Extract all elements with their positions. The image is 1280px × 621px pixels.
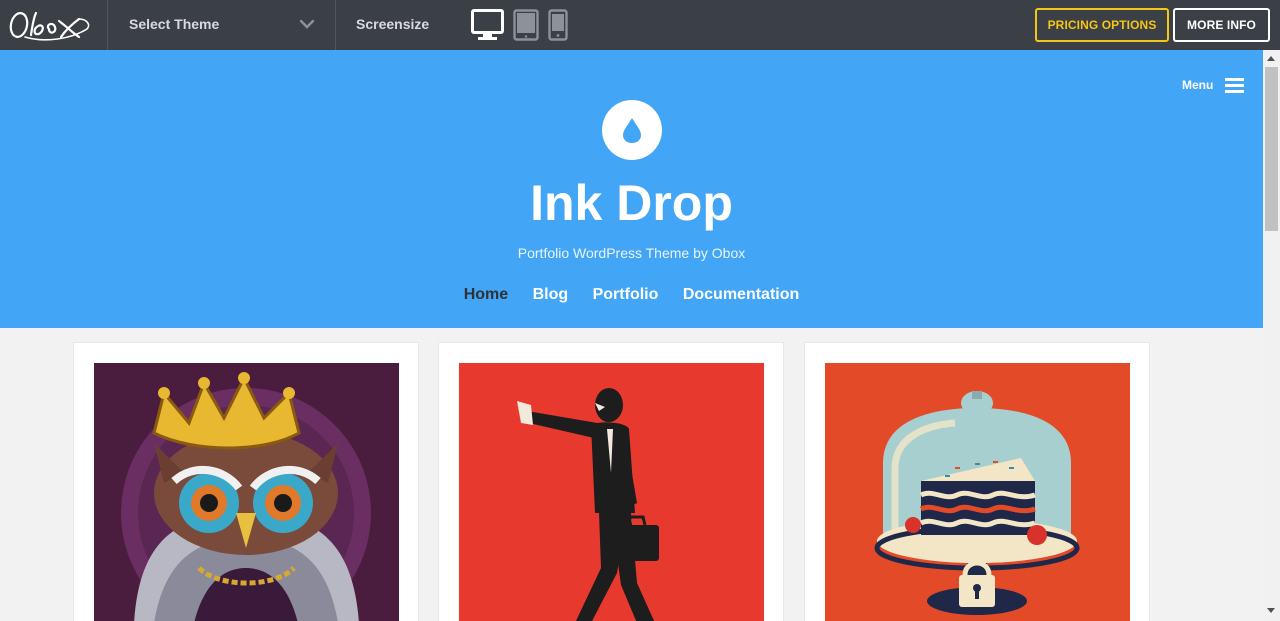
site-title[interactable]: Ink Drop <box>0 174 1263 232</box>
hamburger-icon <box>1225 78 1244 93</box>
tablet-icon <box>513 9 539 41</box>
desktop-view-button[interactable] <box>471 9 504 47</box>
cake-under-glass-image[interactable] <box>825 363 1130 621</box>
primary-nav: Home Blog Portfolio Documentation <box>0 286 1263 304</box>
site-logo[interactable] <box>602 100 662 160</box>
site-tagline: Portfolio WordPress Theme by Obox <box>517 245 746 261</box>
businessman-walking-image[interactable] <box>459 363 764 621</box>
nav-item-documentation[interactable]: Documentation <box>683 286 799 304</box>
theme-select-label: Select Theme <box>129 16 220 32</box>
site-header: Menu Ink Drop Portfolio WordPress Theme … <box>0 50 1263 328</box>
theme-select-dropdown[interactable]: Select Theme <box>109 0 336 50</box>
ink-drop-icon <box>623 118 641 143</box>
portfolio-card <box>804 342 1150 621</box>
chevron-down-icon <box>299 19 315 29</box>
pricing-options-button[interactable]: PRICING OPTIONS <box>1035 8 1169 42</box>
desktop-icon <box>471 9 504 40</box>
menu-label: Menu <box>1182 78 1214 92</box>
obox-logo[interactable] <box>0 0 108 50</box>
portfolio-card <box>73 342 419 621</box>
scrollbar-thumb[interactable] <box>1265 67 1278 231</box>
nav-item-portfolio[interactable]: Portfolio <box>593 286 659 304</box>
owl-king-image[interactable] <box>94 363 399 621</box>
obox-logo-icon <box>9 11 90 41</box>
scroll-up-arrow-icon[interactable] <box>1267 56 1275 61</box>
scroll-down-arrow-icon[interactable] <box>1267 608 1275 613</box>
theme-preview-frame: Menu Ink Drop Portfolio WordPress Theme … <box>0 50 1263 621</box>
more-info-button[interactable]: MORE INFO <box>1173 8 1270 42</box>
portfolio-card <box>438 342 784 621</box>
tablet-view-button[interactable] <box>513 9 539 46</box>
vertical-scrollbar[interactable] <box>1263 50 1280 621</box>
screensize-label: Screensize <box>356 16 430 32</box>
demo-toolbar: Select Theme Screensize PRICING OPTIONS … <box>0 0 1280 50</box>
nav-item-blog[interactable]: Blog <box>533 286 569 304</box>
phone-view-button[interactable] <box>548 9 568 46</box>
phone-icon <box>548 9 568 41</box>
nav-item-home[interactable]: Home <box>464 286 508 304</box>
